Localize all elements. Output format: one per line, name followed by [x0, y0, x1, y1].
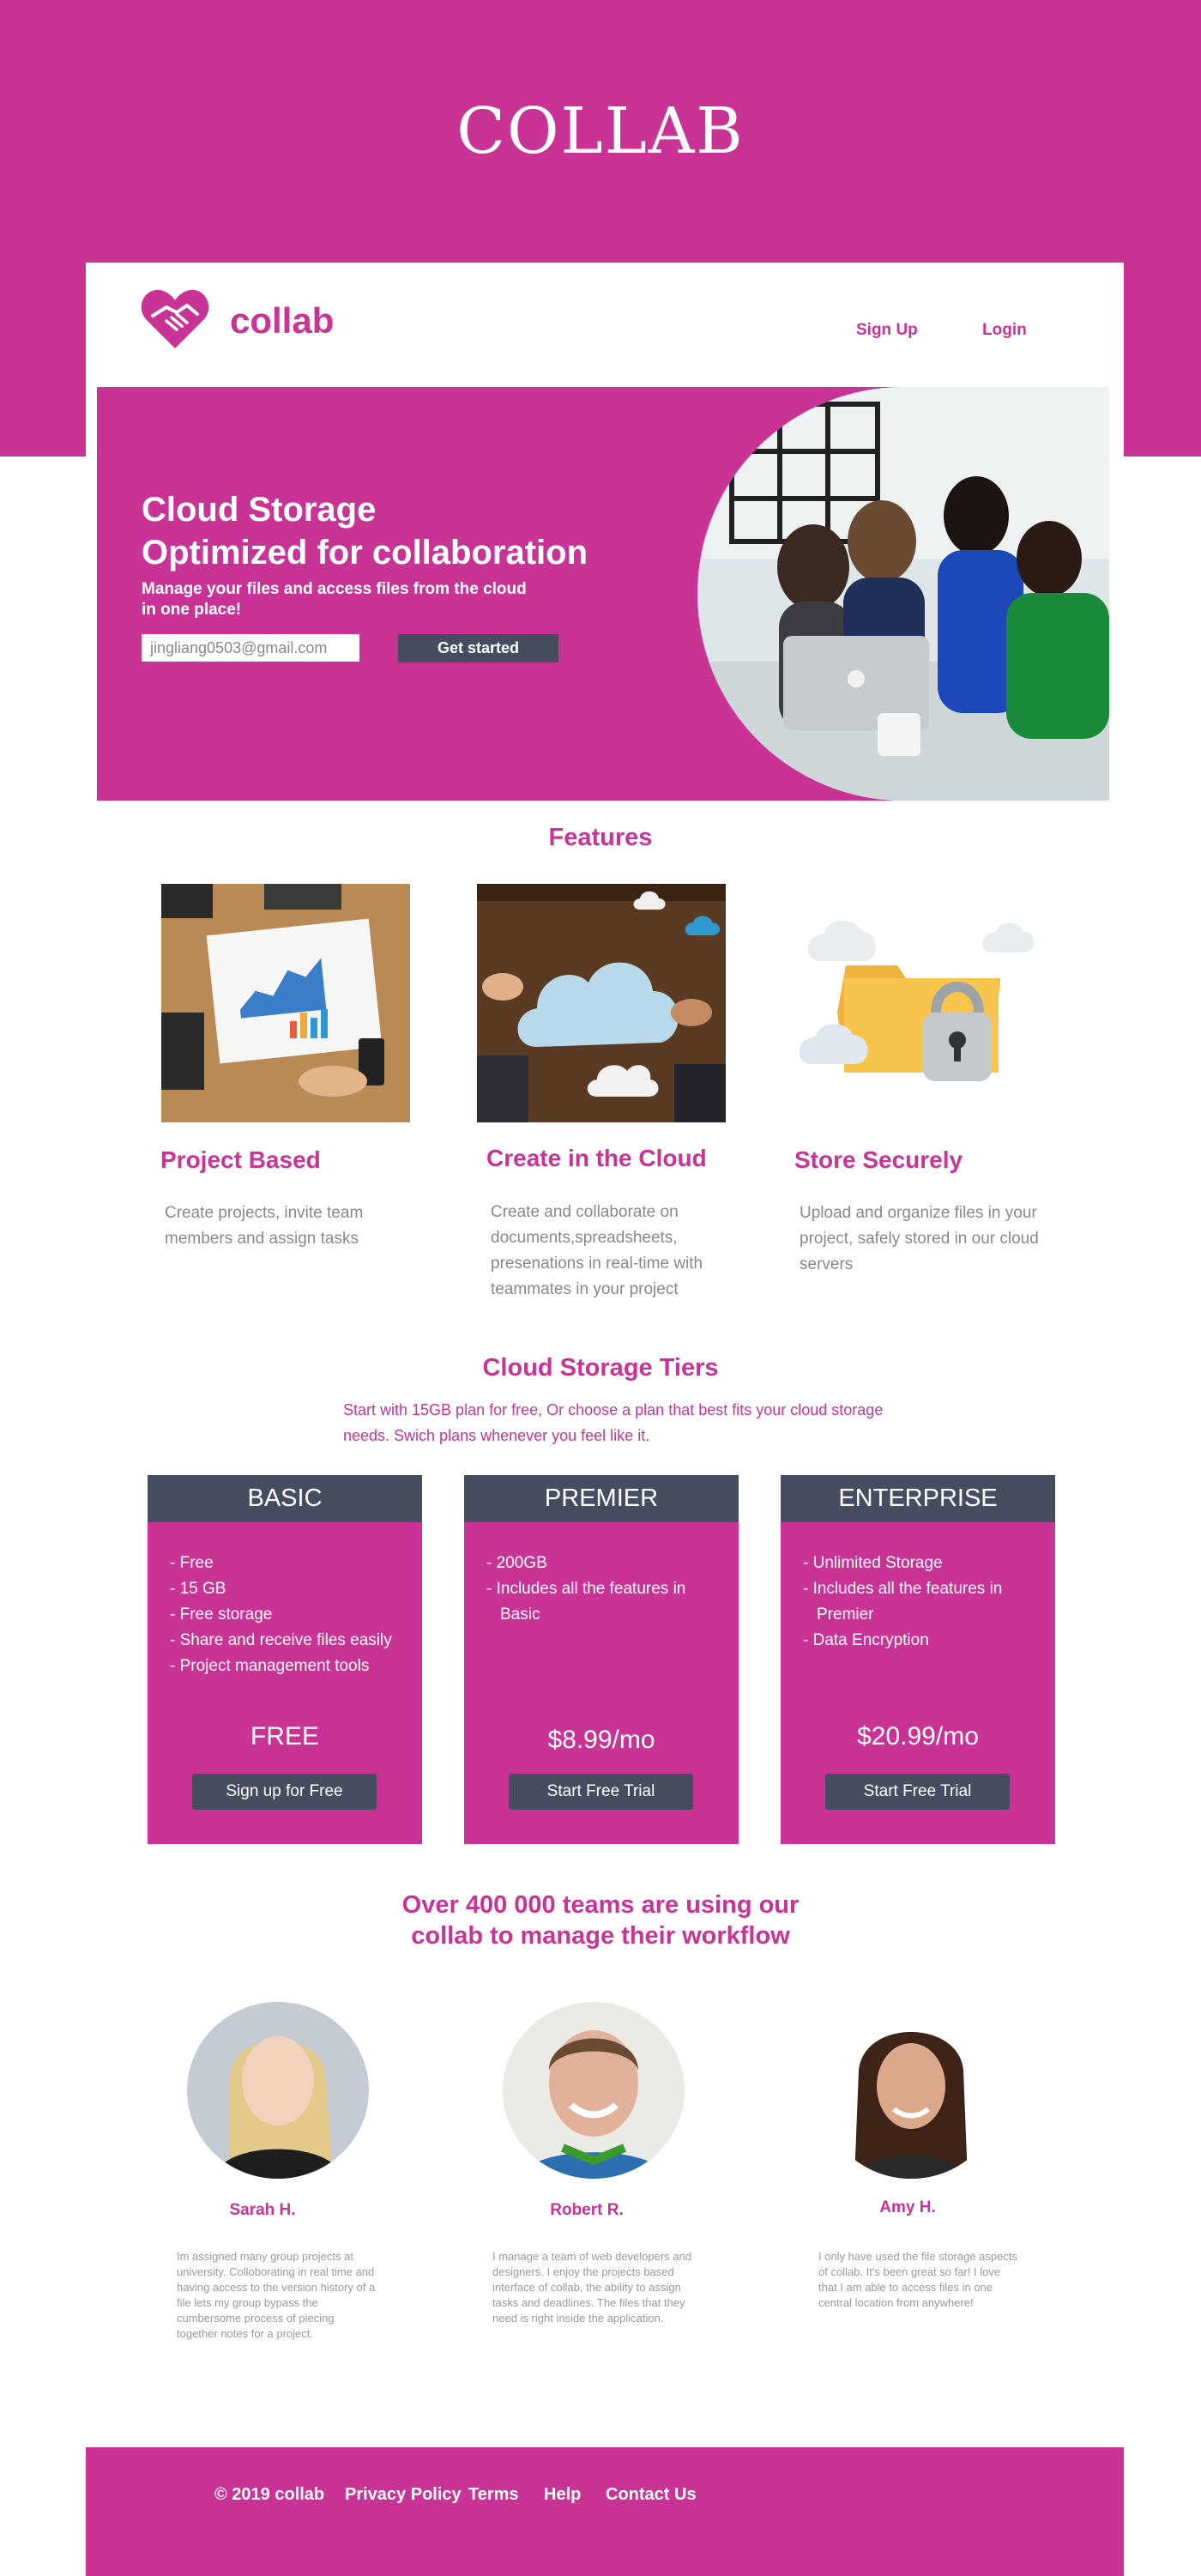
tier-name: BASIC	[148, 1475, 422, 1522]
tier-feature: - 15 GB	[170, 1580, 226, 1598]
footer	[86, 2447, 1124, 2576]
testimonial-quote: I manage a team of web developers and de…	[492, 2250, 691, 2325]
feature-desc-secure: Upload and organize files in your projec…	[800, 1204, 1039, 1273]
tier-card-premier: PREMIER - 200GB - Includes all the featu…	[464, 1475, 739, 1844]
avatar	[503, 2002, 685, 2179]
feature-title-project: Project Based	[160, 1146, 321, 1173]
hero-title-line1: Cloud Storage	[142, 491, 377, 529]
tier-features: - Unlimited Storage - Includes all the f…	[803, 1551, 1043, 1654]
secure-folder-image	[794, 884, 1043, 1122]
tier-feature: - Project management tools	[170, 1657, 370, 1675]
feature-desc-cloud: Create and collaborate on documents,spre…	[491, 1203, 703, 1298]
footer-terms-link[interactable]: Terms	[468, 2485, 519, 2505]
team-photo	[697, 387, 1109, 801]
start-trial-premier-button[interactable]: Start Free Trial	[509, 1774, 693, 1810]
hero-subtitle: Manage your files and access files from …	[142, 580, 527, 619]
tier-feature: - 200GB	[486, 1554, 547, 1572]
tier-feature: - Free storage	[170, 1605, 273, 1624]
testimonial-name: Sarah H.	[229, 2201, 296, 2219]
start-trial-enterprise-button[interactable]: Start Free Trial	[825, 1774, 1010, 1810]
get-started-button[interactable]: Get started	[398, 634, 558, 662]
feature-title-cloud: Create in the Cloud	[486, 1145, 707, 1171]
cloud-teamwork-image	[477, 884, 726, 1122]
feature-desc-project: Create projects, invite team members and…	[165, 1204, 364, 1248]
tier-card-basic: BASIC - Free - 15 GB - Free storage - Sh…	[148, 1475, 422, 1844]
project-chart-image	[161, 884, 410, 1122]
tier-feature: - Includes all the features in Premier	[803, 1580, 1003, 1624]
tier-feature: - Unlimited Storage	[803, 1554, 943, 1572]
tier-name: ENTERPRISE	[781, 1475, 1055, 1522]
signup-free-button[interactable]: Sign up for Free	[192, 1774, 377, 1810]
feature-title-secure: Store Securely	[794, 1146, 963, 1173]
handshake-heart-icon[interactable]	[141, 287, 209, 350]
features-title: Features	[548, 824, 653, 851]
tier-features: - Free - 15 GB - Free storage - Share an…	[170, 1551, 410, 1679]
tier-feature: - Includes all the features in Basic	[486, 1580, 686, 1624]
footer-contact-link[interactable]: Contact Us	[606, 2485, 697, 2505]
email-input[interactable]	[142, 634, 359, 662]
footer-privacy-link[interactable]: Privacy Policy	[345, 2485, 462, 2505]
testimonials-title-line2: collab to manage their workflow	[411, 1922, 790, 1950]
tier-name: PREMIER	[464, 1475, 739, 1522]
testimonials-title-line1: Over 400 000 teams are using our	[401, 1891, 800, 1919]
tier-feature: - Free	[170, 1554, 214, 1572]
tier-price: $20.99/mo	[857, 1722, 979, 1751]
login-link[interactable]: Login	[982, 321, 1027, 340]
avatar	[820, 2002, 1002, 2179]
tier-price: $8.99/mo	[547, 1726, 655, 1754]
tier-feature: - Data Encryption	[803, 1631, 929, 1649]
testimonial-quote: I only have used the file storage aspect…	[818, 2250, 1017, 2309]
tiers-title: Cloud Storage Tiers	[482, 1354, 719, 1382]
tier-price: FREE	[250, 1722, 319, 1751]
logo-text[interactable]: collab	[230, 300, 334, 342]
footer-help-link[interactable]: Help	[544, 2485, 581, 2505]
brand-title: COLLAB	[456, 94, 745, 168]
tier-features: - 200GB - Includes all the features in B…	[486, 1551, 727, 1628]
testimonials-title: Over 400 000 teams are using our collab …	[0, 1890, 1201, 1951]
hero-title: Cloud Storage Optimized for collaboratio…	[142, 488, 588, 574]
tiers-intro: Start with 15GB plan for free, Or choose…	[343, 1401, 884, 1444]
testimonial-quote: Im assigned many group projects at unive…	[177, 2250, 376, 2340]
tier-card-enterprise: ENTERPRISE - Unlimited Storage - Include…	[781, 1475, 1055, 1844]
tier-feature: - Share and receive files easily	[170, 1631, 392, 1649]
testimonial-name: Robert R.	[550, 2201, 624, 2219]
hero-title-line2: Optimized for collaboration	[142, 534, 588, 571]
avatar	[187, 2002, 369, 2179]
hero-section: Cloud Storage Optimized for collaboratio…	[97, 387, 1109, 801]
footer-copyright: © 2019 collab	[214, 2485, 325, 2504]
testimonial-name: Amy H.	[879, 2198, 936, 2216]
signup-link[interactable]: Sign Up	[856, 321, 918, 340]
